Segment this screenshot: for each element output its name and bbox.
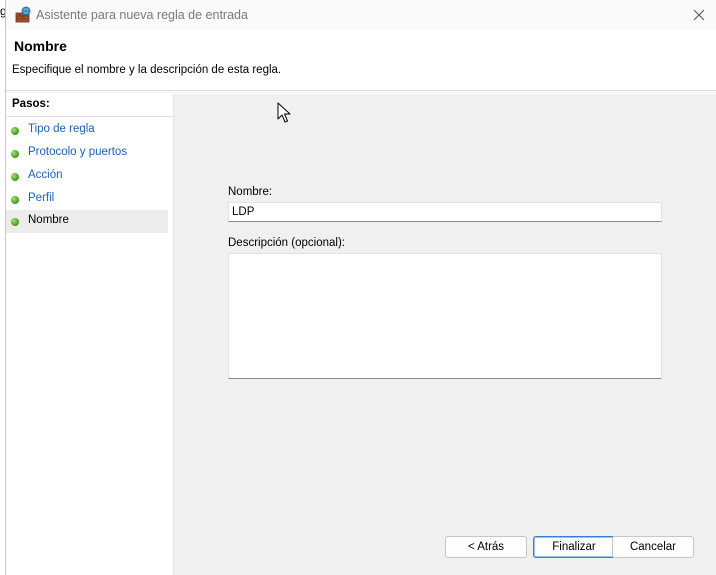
step-status-icon <box>11 150 19 158</box>
step-label: Perfil <box>28 192 55 204</box>
step-item-nombre: Nombre <box>6 210 168 233</box>
cancel-button[interactable]: Cancelar <box>612 536 694 558</box>
step-item-tipo-de-regla[interactable]: Tipo de regla <box>6 119 168 142</box>
steps-sidebar: Pasos: Tipo de regla Protocolo y puertos… <box>6 94 174 575</box>
step-label: Acción <box>28 169 63 181</box>
step-status-icon <box>11 196 19 204</box>
mouse-pointer-icon <box>277 102 291 123</box>
step-status-icon <box>11 173 19 181</box>
finish-button[interactable]: Finalizar <box>533 536 615 558</box>
close-button[interactable] <box>688 4 710 26</box>
step-status-icon <box>11 127 19 135</box>
wizard-window: Asistente para nueva regla de entrada No… <box>5 0 716 575</box>
step-label: Protocolo y puertos <box>28 146 128 158</box>
name-input[interactable] <box>228 202 662 222</box>
back-button[interactable]: < Atrás <box>445 536 527 558</box>
page-title: Nombre <box>14 38 67 54</box>
steps-heading-divider <box>6 116 173 117</box>
step-label: Tipo de regla <box>28 123 95 135</box>
step-status-icon <box>11 218 19 226</box>
step-item-protocolo-y-puertos[interactable]: Protocolo y puertos <box>6 142 168 165</box>
page-description: Especifique el nombre y la descripción d… <box>12 64 282 76</box>
description-field-label: Descripción (opcional): <box>228 237 345 249</box>
close-icon <box>693 9 705 21</box>
step-item-accion[interactable]: Acción <box>6 165 168 188</box>
step-item-perfil[interactable]: Perfil <box>6 188 168 211</box>
description-input[interactable] <box>228 253 662 379</box>
title-bar[interactable]: Asistente para nueva regla de entrada <box>6 0 716 30</box>
wizard-header: Nombre Especifique el nombre y la descri… <box>6 30 716 90</box>
step-label: Nombre <box>28 214 69 226</box>
wizard-content: Nombre: Descripción (opcional): < Atrás … <box>174 94 716 575</box>
window-title: Asistente para nueva regla de entrada <box>36 8 248 22</box>
header-divider <box>6 90 716 91</box>
steps-heading: Pasos: <box>12 98 50 110</box>
name-field-label: Nombre: <box>228 186 273 198</box>
firewall-app-icon <box>14 6 32 24</box>
header-divider-light <box>6 92 716 93</box>
